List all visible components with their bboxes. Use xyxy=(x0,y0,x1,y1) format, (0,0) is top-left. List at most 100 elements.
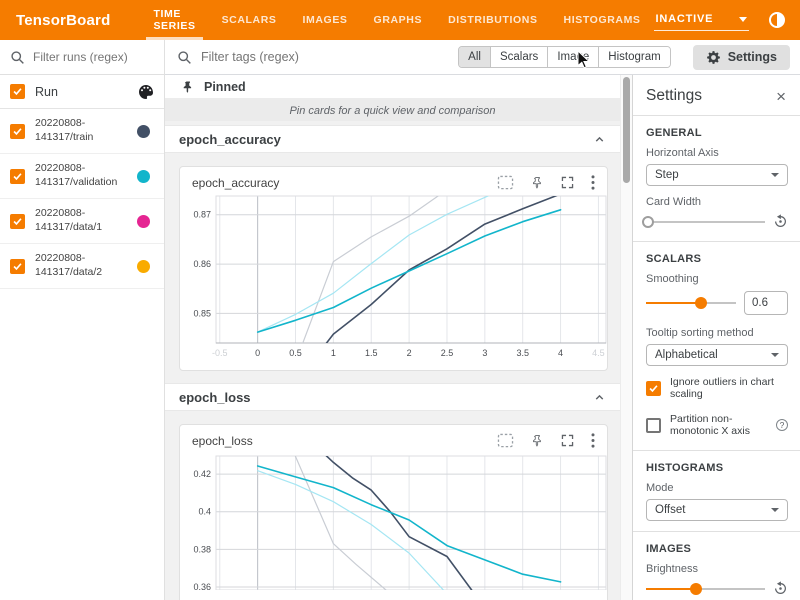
filter-histogram-button[interactable]: Histogram xyxy=(599,47,669,67)
palette-icon[interactable] xyxy=(138,84,154,100)
svg-text:0.5: 0.5 xyxy=(289,348,302,358)
brightness-slider[interactable] xyxy=(646,582,765,596)
run-label: 20220808-141317/data/1 xyxy=(35,207,137,234)
run-row-data-2[interactable]: 20220808-141317/data/2 xyxy=(0,244,164,289)
checkbox[interactable] xyxy=(646,418,661,433)
run-select-all-checkbox[interactable] xyxy=(10,84,25,99)
run-list-header[interactable]: Run xyxy=(0,75,164,109)
pinned-header: Pinned xyxy=(165,75,620,100)
vertical-scrollbar[interactable] xyxy=(620,75,632,600)
section-header-epoch-loss[interactable]: epoch_loss xyxy=(165,383,620,411)
checkbox[interactable] xyxy=(646,381,661,396)
close-icon[interactable]: × xyxy=(774,88,788,105)
tags-filter-input[interactable] xyxy=(201,50,458,64)
top-bar: TensorBoard TIME SERIES SCALARS IMAGES G… xyxy=(0,0,800,40)
checkbox-label: Ignore outliers in chart scaling xyxy=(670,376,788,400)
app-logo: TensorBoard xyxy=(0,0,126,40)
runs-filter-input[interactable] xyxy=(33,50,148,64)
svg-text:0.85: 0.85 xyxy=(193,308,211,318)
status-label: INACTIVE xyxy=(656,13,714,25)
scrollbar-thumb[interactable] xyxy=(623,77,630,183)
run-checkbox[interactable] xyxy=(10,124,25,139)
filter-all-button[interactable]: All xyxy=(459,47,491,67)
svg-text:3.5: 3.5 xyxy=(516,348,529,358)
tab-graphs[interactable]: GRAPHS xyxy=(361,0,436,40)
reset-icon[interactable] xyxy=(773,214,788,229)
main-nav: TIME SERIES SCALARS IMAGES GRAPHS DISTRI… xyxy=(140,0,653,40)
svg-text:0.87: 0.87 xyxy=(193,210,211,220)
section-header-epoch-accuracy[interactable]: epoch_accuracy xyxy=(165,125,620,153)
svg-text:0.4: 0.4 xyxy=(198,507,211,517)
filter-image-button[interactable]: Image xyxy=(548,47,599,67)
tab-images[interactable]: IMAGES xyxy=(290,0,361,40)
tab-distributions[interactable]: DISTRIBUTIONS xyxy=(435,0,550,40)
card-header: epoch_loss xyxy=(182,431,605,452)
svg-text:0.86: 0.86 xyxy=(193,259,211,269)
svg-text:1.5: 1.5 xyxy=(365,348,378,358)
run-checkbox[interactable] xyxy=(10,169,25,184)
smoothing-slider[interactable] xyxy=(646,296,736,310)
card-header: epoch_accuracy xyxy=(182,173,605,194)
pin-hint-text: Pin cards for a quick view and compariso… xyxy=(165,100,620,125)
theme-toggle-icon[interactable] xyxy=(767,11,786,30)
partition-x-axis-checkbox-row[interactable]: Partition non-monotonic X axis? xyxy=(646,413,788,437)
horizontal-axis-select[interactable]: Step xyxy=(646,164,788,186)
smoothing-value-input[interactable] xyxy=(744,291,788,315)
mode-label: Mode xyxy=(646,482,788,494)
run-checkbox[interactable] xyxy=(10,214,25,229)
runs-sidebar: Run 20220808-141317/train 20220808-14131… xyxy=(0,40,165,600)
fit-to-data-icon[interactable] xyxy=(497,175,514,190)
tab-histograms[interactable]: HISTOGRAMS xyxy=(551,0,654,40)
reset-icon[interactable] xyxy=(773,581,788,596)
help-icon[interactable]: ? xyxy=(776,419,788,431)
ignore-outliers-checkbox-row[interactable]: Ignore outliers in chart scaling xyxy=(646,376,788,400)
more-options-icon[interactable] xyxy=(591,175,595,190)
content-row: Pinned Pin cards for a quick view and co… xyxy=(165,75,800,600)
chart-card-epoch-accuracy: epoch_accuracy 0.850.860.87-0.500.511.52… xyxy=(179,166,608,371)
svg-text:4: 4 xyxy=(558,348,563,358)
card-width-slider[interactable] xyxy=(646,215,765,229)
fullscreen-icon[interactable] xyxy=(561,434,574,447)
settings-panel-header: Settings × xyxy=(646,87,788,105)
smoothing-row xyxy=(646,291,788,315)
pinned-title: Pinned xyxy=(204,80,246,94)
chevron-down-icon xyxy=(771,353,779,357)
more-options-icon[interactable] xyxy=(591,433,595,448)
reload-status-dropdown[interactable]: INACTIVE xyxy=(654,10,750,31)
settings-button[interactable]: Settings xyxy=(693,45,790,70)
histogram-mode-select[interactable]: Offset xyxy=(646,499,788,521)
fit-to-data-icon[interactable] xyxy=(497,433,514,448)
pin-icon[interactable] xyxy=(531,176,544,189)
tooltip-sorting-select[interactable]: Alphabetical xyxy=(646,344,788,366)
section-title: epoch_loss xyxy=(179,390,593,405)
tab-scalars[interactable]: SCALARS xyxy=(209,0,290,40)
section-body: epoch_accuracy 0.850.860.87-0.500.511.52… xyxy=(165,153,620,383)
run-checkbox[interactable] xyxy=(10,259,25,274)
checkbox-label: Partition non-monotonic X axis? xyxy=(670,413,788,437)
run-color-dot xyxy=(137,215,150,228)
run-row-validation[interactable]: 20220808-141317/validation xyxy=(0,154,164,199)
chevron-down-icon xyxy=(771,508,779,512)
histograms-heading: HISTOGRAMS xyxy=(646,462,788,474)
svg-text:0.36: 0.36 xyxy=(193,582,211,590)
gear-icon xyxy=(706,50,721,65)
horizontal-axis-label: Horizontal Axis xyxy=(646,147,788,159)
general-heading: GENERAL xyxy=(646,127,788,139)
app-body: Run 20220808-141317/train 20220808-14131… xyxy=(0,40,800,600)
pin-icon[interactable] xyxy=(531,434,544,447)
epoch-loss-chart[interactable]: 0.360.380.40.42 xyxy=(182,452,605,590)
filter-scalars-button[interactable]: Scalars xyxy=(491,47,548,67)
run-row-train[interactable]: 20220808-141317/train xyxy=(0,109,164,154)
svg-text:0.38: 0.38 xyxy=(193,544,211,554)
tags-filter-bar: All Scalars Image Histogram Settings xyxy=(165,40,800,75)
epoch-accuracy-chart[interactable]: 0.850.860.87-0.500.511.522.533.544.5 xyxy=(182,194,605,366)
fullscreen-icon[interactable] xyxy=(561,176,574,189)
chevron-down-icon xyxy=(771,173,779,177)
settings-panel-title: Settings xyxy=(646,87,774,105)
tab-time-series[interactable]: TIME SERIES xyxy=(140,0,208,40)
right-column: All Scalars Image Histogram Settings Pin… xyxy=(165,40,800,600)
run-row-data-1[interactable]: 20220808-141317/data/1 xyxy=(0,199,164,244)
divider xyxy=(633,450,800,451)
brightness-row xyxy=(646,581,788,596)
run-label: 20220808-141317/validation xyxy=(35,162,137,189)
